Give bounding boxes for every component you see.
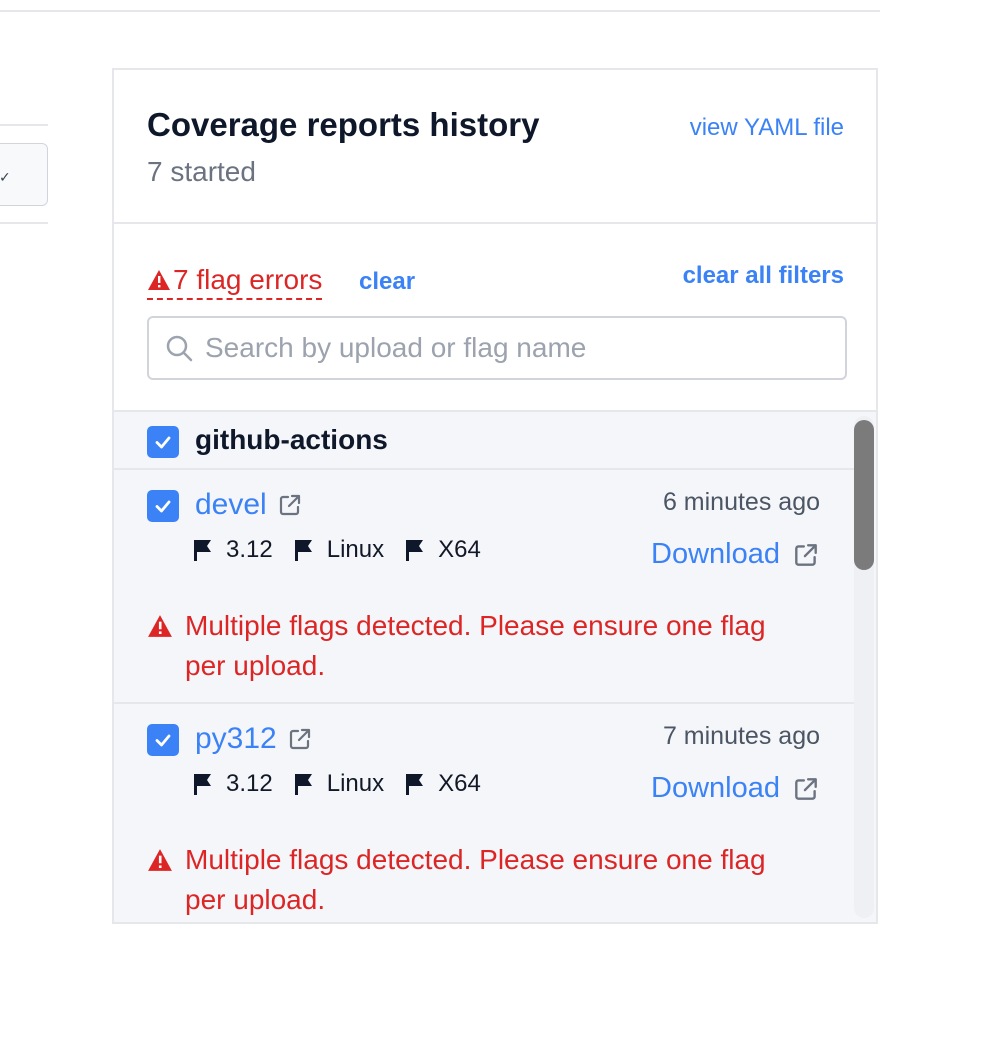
upload-flags: 3.12 Linux X64: [190, 770, 499, 798]
filters-section: 7 flag errors clear clear all filters: [114, 224, 876, 410]
warning-icon: [148, 849, 172, 871]
checkbox-checked-icon: [155, 500, 171, 513]
flag-tag: Linux: [291, 770, 384, 798]
partial-edit-icon: ✓: [0, 169, 11, 185]
flag-tag: 3.12: [190, 770, 273, 798]
upload-item: py312 7 minutes ago 3.12 Linux X64 Downl…: [114, 704, 854, 922]
flag-errors-filter[interactable]: 7 flag errors: [147, 264, 323, 300]
uploads-list: github-actions devel 6 minutes ago 3.12 …: [114, 410, 876, 922]
upload-item: devel 6 minutes ago 3.12 Linux X64 Downl…: [114, 470, 854, 704]
download-label: Download: [651, 538, 780, 570]
flag-label: Linux: [326, 770, 385, 797]
upload-time: 6 minutes ago: [662, 488, 820, 516]
upload-error: Multiple flags detected. Please ensure o…: [147, 840, 807, 920]
flag-icon: [294, 540, 312, 561]
coverage-reports-panel: Coverage reports history 7 started view …: [112, 68, 878, 924]
group-checkbox[interactable]: [147, 426, 179, 458]
group-name: github-actions: [195, 424, 388, 455]
search-icon: [166, 335, 193, 362]
external-link-icon: [289, 728, 310, 750]
partial-left-button[interactable]: ✓: [0, 143, 48, 206]
external-link-icon: [795, 543, 817, 566]
flag-errors-label: 7 flag errors: [173, 264, 323, 295]
clear-flag-errors-button[interactable]: clear: [359, 268, 415, 296]
scrollbar-thumb[interactable]: [854, 420, 874, 570]
checkbox-checked-icon: [155, 436, 171, 449]
left-divider-top: [0, 124, 48, 126]
flag-label: 3.12: [226, 770, 273, 797]
download-label: Download: [651, 772, 780, 804]
upload-name: devel: [195, 488, 267, 521]
clear-all-filters-button[interactable]: clear all filters: [683, 262, 844, 290]
flag-label: 3.12: [226, 536, 273, 563]
flag-icon: [406, 774, 424, 795]
flag-tag: 3.12: [190, 536, 273, 564]
panel-subtitle: 7 started: [147, 156, 256, 187]
search-input[interactable]: [203, 331, 807, 365]
group-header: github-actions: [114, 412, 854, 470]
flag-icon: [194, 774, 211, 795]
upload-error: Multiple flags detected. Please ensure o…: [147, 606, 807, 686]
flag-icon: [406, 540, 424, 561]
search-box: [147, 316, 847, 380]
flag-tag: X64: [402, 536, 481, 564]
upload-error-text: Multiple flags detected. Please ensure o…: [185, 610, 766, 681]
top-divider: [0, 10, 880, 12]
flag-tag: Linux: [291, 536, 384, 564]
flag-label: Linux: [326, 536, 385, 563]
upload-time: 7 minutes ago: [662, 722, 820, 750]
flag-icon: [194, 540, 211, 561]
upload-name-link[interactable]: devel: [195, 488, 303, 522]
flag-label: X64: [438, 770, 481, 797]
upload-name: py312: [195, 722, 277, 755]
flag-label: X64: [438, 536, 481, 563]
panel-header: Coverage reports history 7 started view …: [114, 70, 876, 224]
warning-icon: [148, 270, 170, 290]
warning-icon: [148, 615, 172, 637]
checkbox-checked-icon: [155, 734, 171, 747]
upload-checkbox[interactable]: [147, 724, 179, 756]
upload-checkbox[interactable]: [147, 490, 179, 522]
external-link-icon: [795, 777, 817, 800]
left-divider-bottom: [0, 222, 48, 224]
panel-title: Coverage reports history: [147, 106, 540, 143]
view-yaml-link[interactable]: view YAML file: [690, 114, 844, 142]
upload-flags: 3.12 Linux X64: [190, 536, 499, 564]
flag-tag: X64: [402, 770, 481, 798]
flag-icon: [294, 774, 312, 795]
external-link-icon: [279, 494, 300, 516]
download-link[interactable]: Download: [651, 772, 820, 805]
upload-name-link[interactable]: py312: [195, 722, 313, 756]
download-link[interactable]: Download: [651, 538, 820, 571]
upload-error-text: Multiple flags detected. Please ensure o…: [185, 844, 766, 915]
